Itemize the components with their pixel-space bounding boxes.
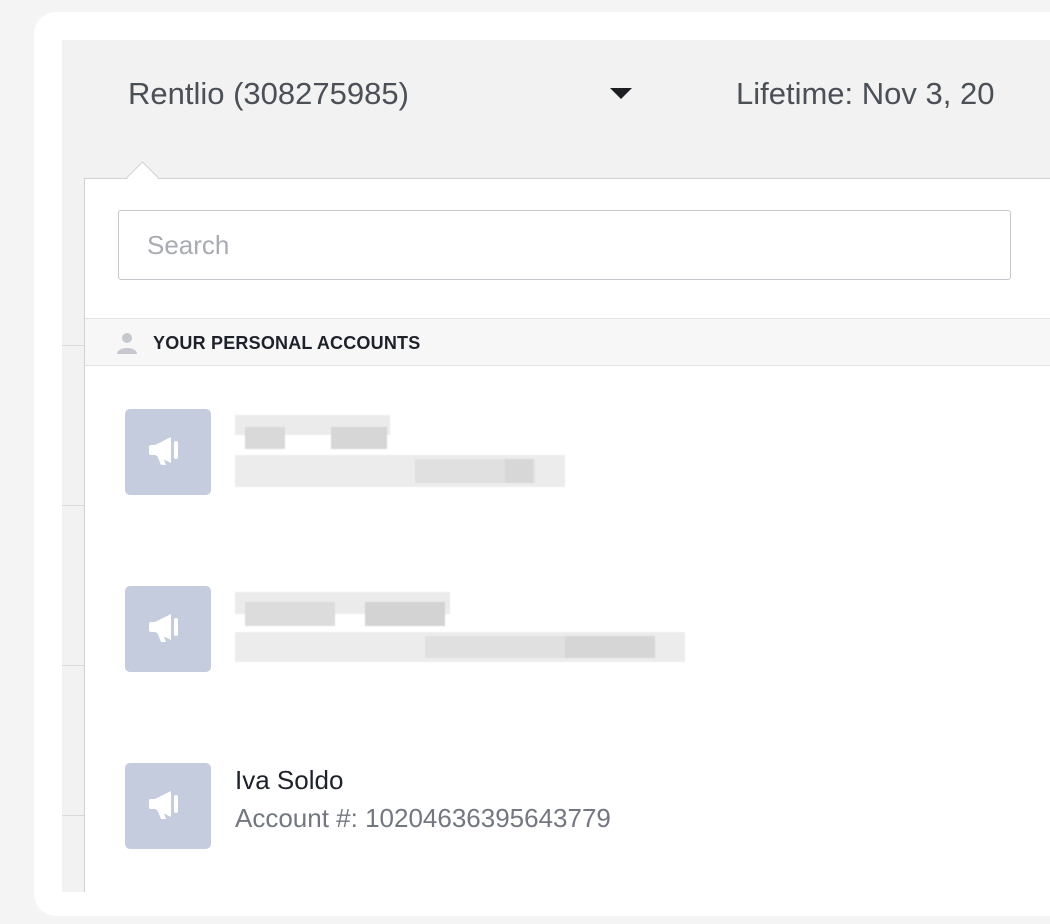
account-avatar [125, 763, 211, 849]
account-dropdown: YOUR PERSONAL ACCOUNTS [84, 161, 1050, 892]
person-icon [117, 333, 137, 354]
section-header: YOUR PERSONAL ACCOUNTS [85, 318, 1050, 366]
megaphone-icon [149, 614, 178, 642]
account-avatar [125, 586, 211, 672]
background-divider [62, 815, 84, 816]
account-avatar [125, 409, 211, 495]
account-list-item[interactable] [85, 409, 1050, 559]
search-input[interactable] [118, 210, 1011, 280]
section-title: YOUR PERSONAL ACCOUNTS [153, 333, 421, 353]
account-name: Iva Soldo [235, 765, 344, 795]
megaphone-icon [149, 437, 178, 465]
account-number: Account #: 10204636395643779 [235, 803, 611, 833]
background-divider [62, 665, 84, 666]
account-selector[interactable]: Rentlio (308275985) [128, 76, 409, 120]
account-list-item[interactable]: Iva Soldo Account #: 10204636395643779 [85, 763, 1050, 892]
background-divider [62, 505, 84, 506]
caret-down-icon[interactable] [610, 88, 632, 99]
megaphone-icon [149, 791, 178, 819]
ads-manager-window: Rentlio (308275985) Lifetime: Nov 3, 20 … [62, 40, 1050, 892]
date-range-label[interactable]: Lifetime: Nov 3, 20 [736, 76, 994, 112]
obscured-account-name [235, 592, 695, 668]
background-divider [62, 345, 84, 346]
top-bar: Rentlio (308275985) Lifetime: Nov 3, 20 [62, 40, 1050, 172]
account-list-item[interactable] [85, 586, 1050, 736]
obscured-account-name [235, 415, 575, 491]
